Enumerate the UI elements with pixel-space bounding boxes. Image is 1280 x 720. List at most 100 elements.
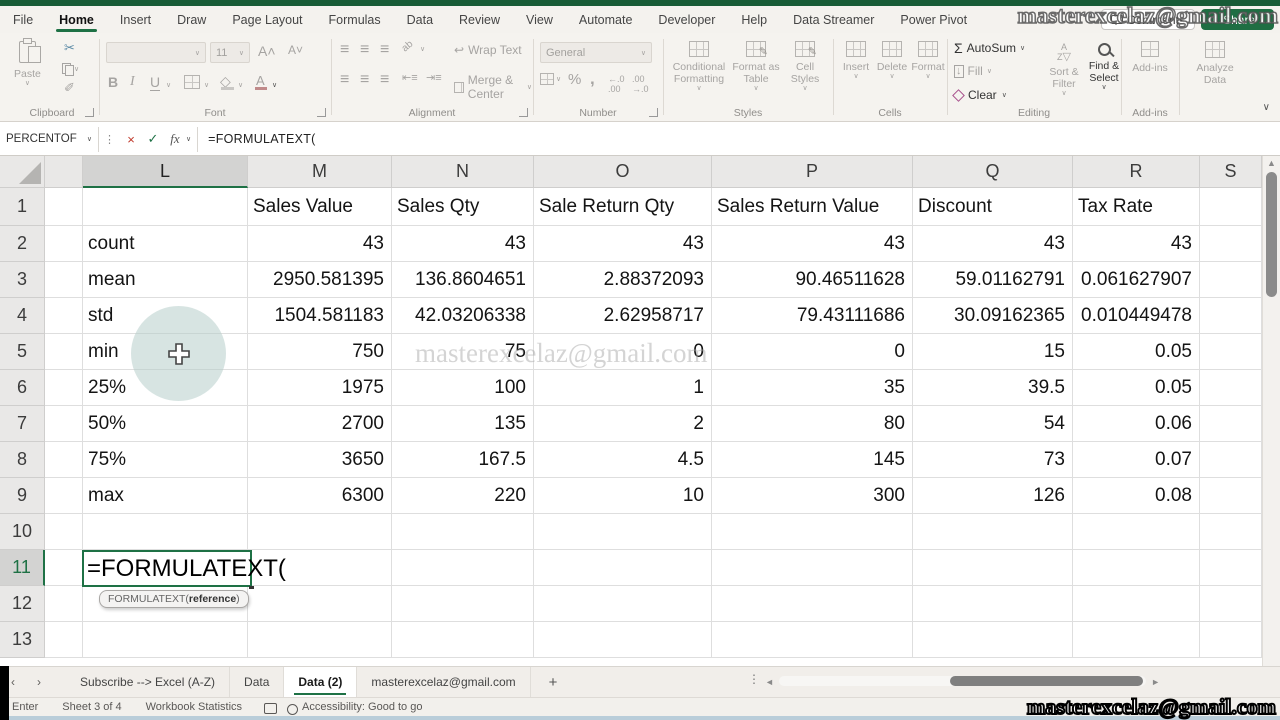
- scroll-left-icon[interactable]: ◄: [765, 677, 774, 687]
- cell[interactable]: 1504.581183: [248, 298, 392, 334]
- enter-button[interactable]: ✓: [142, 131, 164, 147]
- formula-input[interactable]: =FORMULATEXT(: [208, 132, 316, 146]
- cell[interactable]: [45, 622, 83, 658]
- sheet-tab[interactable]: Data (2): [284, 667, 358, 697]
- cell[interactable]: [1200, 298, 1262, 334]
- sheet-tab[interactable]: masterexcelaz@gmail.com: [357, 667, 531, 697]
- cell[interactable]: 54: [913, 406, 1073, 442]
- cell[interactable]: [913, 622, 1073, 658]
- cell[interactable]: 75%: [83, 442, 248, 478]
- new-sheet-button[interactable]: +: [531, 674, 576, 691]
- insert-cells-button[interactable]: Insert ∨: [838, 41, 874, 81]
- cell[interactable]: 2700: [248, 406, 392, 442]
- sort-filter-button[interactable]: A Z▽ Sort & Filter ∨: [1044, 43, 1084, 98]
- cell[interactable]: [1200, 226, 1262, 262]
- cell[interactable]: [83, 514, 248, 550]
- alignment-dialog-launcher[interactable]: [519, 108, 528, 117]
- column-header-O[interactable]: O: [534, 156, 712, 188]
- workbook-statistics-button[interactable]: Workbook Statistics: [134, 701, 254, 713]
- next-sheet-icon[interactable]: ›: [26, 675, 52, 689]
- row-header-5[interactable]: 5: [0, 334, 45, 370]
- scroll-up-icon[interactable]: ▲: [1267, 158, 1276, 168]
- column-header-S[interactable]: S: [1200, 156, 1262, 188]
- cut-button[interactable]: ✂: [64, 41, 75, 54]
- row-header-2[interactable]: 2: [0, 226, 45, 262]
- cell[interactable]: [1073, 550, 1200, 586]
- cell[interactable]: 0.010449478: [1073, 298, 1200, 334]
- cell[interactable]: [45, 514, 83, 550]
- align-bottom-button[interactable]: ≡: [380, 41, 389, 59]
- menu-tab-view[interactable]: View: [513, 6, 566, 33]
- accessibility-status[interactable]: Accessibility: Good to go: [302, 701, 422, 713]
- cell[interactable]: 100: [392, 370, 534, 406]
- cell[interactable]: [392, 586, 534, 622]
- column-header-Q[interactable]: Q: [913, 156, 1073, 188]
- cell[interactable]: [1200, 188, 1262, 226]
- vertical-scrollbar[interactable]: ▲: [1262, 156, 1280, 666]
- menu-tab-developer[interactable]: Developer: [645, 6, 728, 33]
- cell[interactable]: Sales Qty: [392, 188, 534, 226]
- fill-button[interactable]: ↓ Fill ∨: [954, 64, 992, 78]
- horizontal-scrollbar[interactable]: ◄ ►: [765, 671, 1160, 691]
- cell[interactable]: 43: [712, 226, 913, 262]
- font-color-button[interactable]: A: [255, 73, 267, 90]
- cell[interactable]: 2.88372093: [534, 262, 712, 298]
- paste-button[interactable]: Paste ∨: [14, 38, 41, 88]
- comma-style-button[interactable]: ,: [590, 69, 595, 89]
- horizontal-scrollbar-thumb[interactable]: [950, 676, 1143, 686]
- cell[interactable]: [913, 550, 1073, 586]
- display-settings-icon[interactable]: [264, 702, 278, 714]
- cell[interactable]: 35: [712, 370, 913, 406]
- column-header-R[interactable]: R: [1073, 156, 1200, 188]
- fill-handle[interactable]: [249, 586, 254, 589]
- clear-button[interactable]: Clear ∨: [952, 88, 1007, 102]
- scroll-right-icon[interactable]: ►: [1151, 677, 1160, 687]
- menu-tab-data[interactable]: Data: [394, 6, 446, 33]
- row-header-6[interactable]: 6: [0, 370, 45, 406]
- analyze-data-button[interactable]: Analyze Data: [1188, 41, 1242, 86]
- cell[interactable]: [1200, 370, 1262, 406]
- cell[interactable]: 145: [712, 442, 913, 478]
- cell[interactable]: 167.5: [392, 442, 534, 478]
- row-header-12[interactable]: 12: [0, 586, 45, 622]
- cell[interactable]: [1200, 262, 1262, 298]
- column-header-L[interactable]: L: [83, 156, 248, 188]
- font-name-select[interactable]: ∨: [106, 42, 206, 63]
- cell[interactable]: [913, 514, 1073, 550]
- cell[interactable]: 126: [913, 478, 1073, 514]
- cell[interactable]: [45, 188, 83, 226]
- format-as-table-button[interactable]: ✎ Format as Table ∨: [730, 41, 782, 93]
- more-options-icon[interactable]: ⋮: [99, 133, 120, 146]
- column-header-M[interactable]: M: [248, 156, 392, 188]
- borders-button[interactable]: [184, 75, 200, 89]
- cell[interactable]: [1073, 514, 1200, 550]
- row-header-11[interactable]: 11: [0, 550, 45, 586]
- cell[interactable]: [392, 550, 534, 586]
- select-all-button[interactable]: [0, 156, 45, 188]
- cell[interactable]: 43: [248, 226, 392, 262]
- cell[interactable]: [1200, 514, 1262, 550]
- autosum-button[interactable]: Σ AutoSum ∨: [954, 40, 1025, 56]
- cell[interactable]: 43: [534, 226, 712, 262]
- cell[interactable]: 300: [712, 478, 913, 514]
- cell[interactable]: 2950.581395: [248, 262, 392, 298]
- cell[interactable]: [45, 262, 83, 298]
- cell[interactable]: 2: [534, 406, 712, 442]
- merge-center-button[interactable]: Merge & Center ∨: [454, 73, 532, 101]
- cell[interactable]: [1073, 586, 1200, 622]
- cell[interactable]: [1073, 622, 1200, 658]
- cell[interactable]: [45, 370, 83, 406]
- cell[interactable]: Sales Return Value: [712, 188, 913, 226]
- cell[interactable]: [248, 514, 392, 550]
- cell[interactable]: [45, 478, 83, 514]
- cell[interactable]: 3650: [248, 442, 392, 478]
- column-header-P[interactable]: P: [712, 156, 913, 188]
- cell[interactable]: 43: [1073, 226, 1200, 262]
- cell[interactable]: 59.01162791: [913, 262, 1073, 298]
- cell[interactable]: [45, 586, 83, 622]
- name-box[interactable]: PERCENTOF ∨: [0, 127, 98, 152]
- cell[interactable]: [534, 514, 712, 550]
- more-options-icon[interactable]: ⋮: [748, 672, 760, 686]
- sheet-tab[interactable]: Data: [230, 667, 285, 697]
- cell[interactable]: 15: [913, 334, 1073, 370]
